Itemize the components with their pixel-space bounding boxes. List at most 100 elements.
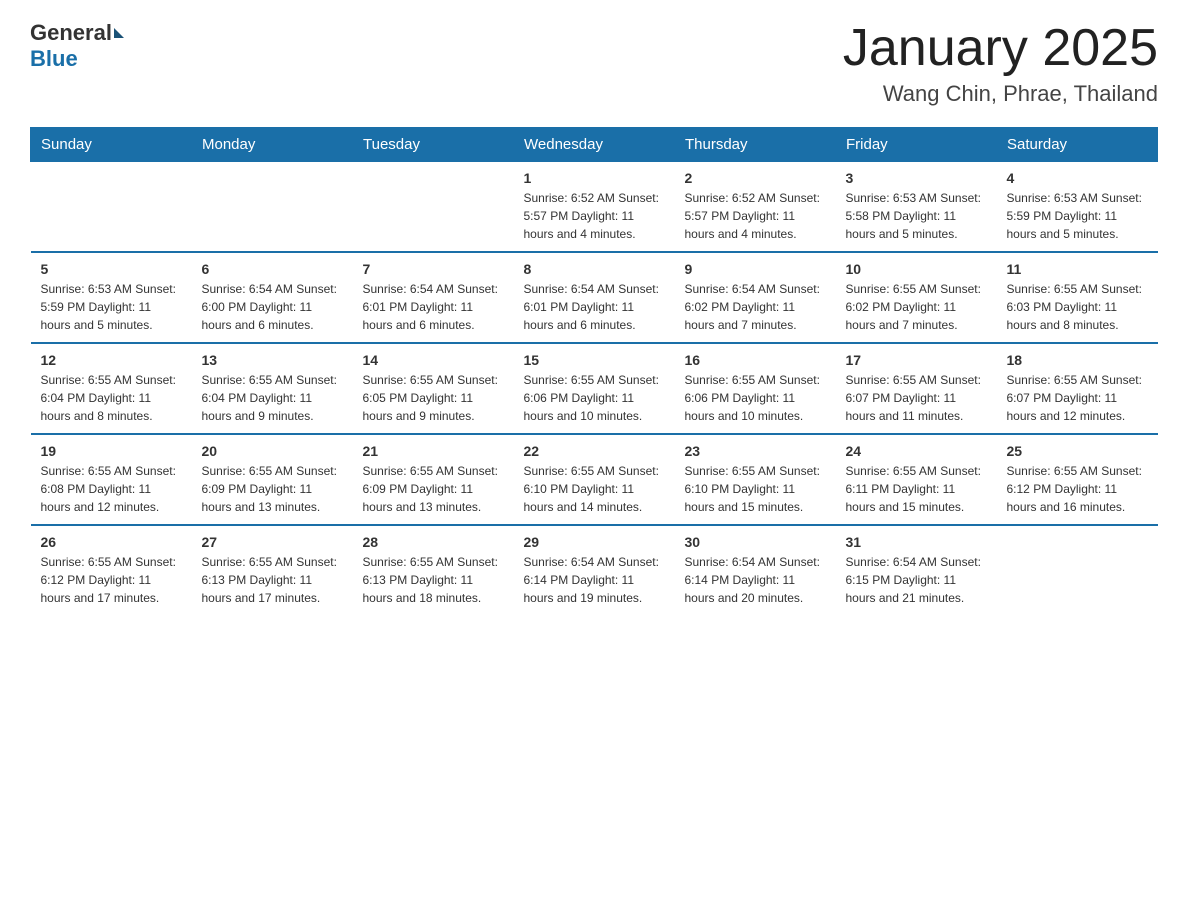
day-number: 30 (685, 534, 826, 550)
calendar-cell: 10Sunrise: 6:55 AM Sunset: 6:02 PM Dayli… (836, 252, 997, 343)
calendar-cell: 12Sunrise: 6:55 AM Sunset: 6:04 PM Dayli… (31, 343, 192, 434)
day-info: Sunrise: 6:55 AM Sunset: 6:10 PM Dayligh… (685, 462, 826, 516)
calendar-cell: 29 Sunrise: 6:54 AM Sunset: 6:14 PM Dayli… (514, 525, 675, 615)
page-header: General Blue January 2025 Wang Chin, Phr… (30, 20, 1158, 107)
day-number: 17 (846, 352, 987, 368)
day-number: 2 (685, 170, 826, 186)
logo-arrow-icon (114, 28, 124, 38)
day-number: 1 (524, 170, 665, 186)
weekday-header-friday: Friday (836, 128, 997, 162)
calendar-week-row: 1 Sunrise: 6:52 AM Sunset: 5:57 PM Daylig… (31, 162, 1158, 253)
day-info: Sunrise: 6:55 AM Sunset: 6:05 PM Dayligh… (363, 371, 504, 425)
calendar-cell: 26 Sunrise: 6:55 AM Sunset: 6:12 PM Dayli… (31, 525, 192, 615)
day-info: Sunrise: 6:54 AM Sunset: 6:14 PM Dayligh… (685, 553, 826, 607)
day-info: Sunrise: 6:52 AM Sunset: 5:57 PM Dayligh… (685, 189, 826, 243)
weekday-header-monday: Monday (192, 128, 353, 162)
day-number: 24 (846, 443, 987, 459)
day-info: Sunrise: 6:55 AM Sunset: 6:12 PM Dayligh… (41, 553, 182, 607)
day-number: 25 (1007, 443, 1148, 459)
calendar-cell (997, 525, 1158, 615)
day-number: 22 (524, 443, 665, 459)
day-info: Sunrise: 6:53 AM Sunset: 5:59 PM Dayligh… (1007, 189, 1148, 243)
day-number: 14 (363, 352, 504, 368)
day-number: 6 (202, 261, 343, 277)
calendar-cell: 21 Sunrise: 6:55 AM Sunset: 6:09 PM Dayli… (353, 434, 514, 525)
calendar-cell: 30 Sunrise: 6:54 AM Sunset: 6:14 PM Dayli… (675, 525, 836, 615)
day-number: 27 (202, 534, 343, 550)
day-number: 29 (524, 534, 665, 550)
location-title: Wang Chin, Phrae, Thailand (843, 81, 1158, 107)
day-info: Sunrise: 6:54 AM Sunset: 6:02 PM Dayligh… (685, 280, 826, 334)
day-number: 21 (363, 443, 504, 459)
day-info: Sunrise: 6:53 AM Sunset: 5:58 PM Dayligh… (846, 189, 987, 243)
day-info: Sunrise: 6:55 AM Sunset: 6:08 PM Dayligh… (41, 462, 182, 516)
day-info: Sunrise: 6:55 AM Sunset: 6:10 PM Dayligh… (524, 462, 665, 516)
day-number: 18 (1007, 352, 1148, 368)
day-info: Sunrise: 6:54 AM Sunset: 6:00 PM Dayligh… (202, 280, 343, 334)
day-info: Sunrise: 6:55 AM Sunset: 6:03 PM Dayligh… (1007, 280, 1148, 334)
calendar-cell: 16 Sunrise: 6:55 AM Sunset: 6:06 PM Dayli… (675, 343, 836, 434)
day-info: Sunrise: 6:55 AM Sunset: 6:02 PM Dayligh… (846, 280, 987, 334)
title-area: January 2025 Wang Chin, Phrae, Thailand (843, 20, 1158, 107)
calendar-cell: 22 Sunrise: 6:55 AM Sunset: 6:10 PM Dayli… (514, 434, 675, 525)
calendar-cell: 13 Sunrise: 6:55 AM Sunset: 6:04 PM Dayli… (192, 343, 353, 434)
calendar-table: SundayMondayTuesdayWednesdayThursdayFrid… (30, 127, 1158, 615)
day-number: 8 (524, 261, 665, 277)
day-info: Sunrise: 6:55 AM Sunset: 6:06 PM Dayligh… (685, 371, 826, 425)
calendar-cell: 23 Sunrise: 6:55 AM Sunset: 6:10 PM Dayli… (675, 434, 836, 525)
calendar-cell (192, 162, 353, 253)
day-number: 16 (685, 352, 826, 368)
calendar-cell: 7 Sunrise: 6:54 AM Sunset: 6:01 PM Daylig… (353, 252, 514, 343)
calendar-week-row: 26 Sunrise: 6:55 AM Sunset: 6:12 PM Dayli… (31, 525, 1158, 615)
calendar-cell: 25 Sunrise: 6:55 AM Sunset: 6:12 PM Dayli… (997, 434, 1158, 525)
day-number: 26 (41, 534, 182, 550)
calendar-week-row: 5Sunrise: 6:53 AM Sunset: 5:59 PM Daylig… (31, 252, 1158, 343)
calendar-cell: 31 Sunrise: 6:54 AM Sunset: 6:15 PM Dayli… (836, 525, 997, 615)
calendar-cell: 11 Sunrise: 6:55 AM Sunset: 6:03 PM Dayli… (997, 252, 1158, 343)
calendar-cell (353, 162, 514, 253)
weekday-header-sunday: Sunday (31, 128, 192, 162)
day-number: 31 (846, 534, 987, 550)
day-number: 13 (202, 352, 343, 368)
logo-general-text: General (30, 20, 112, 46)
day-number: 11 (1007, 261, 1148, 277)
weekday-header-saturday: Saturday (997, 128, 1158, 162)
day-number: 19 (41, 443, 182, 459)
calendar-cell: 2 Sunrise: 6:52 AM Sunset: 5:57 PM Daylig… (675, 162, 836, 253)
day-number: 28 (363, 534, 504, 550)
day-info: Sunrise: 6:55 AM Sunset: 6:12 PM Dayligh… (1007, 462, 1148, 516)
day-number: 9 (685, 261, 826, 277)
day-number: 7 (363, 261, 504, 277)
calendar-cell: 6 Sunrise: 6:54 AM Sunset: 6:00 PM Daylig… (192, 252, 353, 343)
day-info: Sunrise: 6:55 AM Sunset: 6:13 PM Dayligh… (363, 553, 504, 607)
day-info: Sunrise: 6:54 AM Sunset: 6:01 PM Dayligh… (524, 280, 665, 334)
day-info: Sunrise: 6:55 AM Sunset: 6:06 PM Dayligh… (524, 371, 665, 425)
calendar-cell: 28 Sunrise: 6:55 AM Sunset: 6:13 PM Dayli… (353, 525, 514, 615)
calendar-cell: 18Sunrise: 6:55 AM Sunset: 6:07 PM Dayli… (997, 343, 1158, 434)
day-number: 23 (685, 443, 826, 459)
calendar-cell: 4Sunrise: 6:53 AM Sunset: 5:59 PM Daylig… (997, 162, 1158, 253)
day-info: Sunrise: 6:54 AM Sunset: 6:14 PM Dayligh… (524, 553, 665, 607)
calendar-cell: 9 Sunrise: 6:54 AM Sunset: 6:02 PM Daylig… (675, 252, 836, 343)
calendar-cell: 5Sunrise: 6:53 AM Sunset: 5:59 PM Daylig… (31, 252, 192, 343)
day-number: 3 (846, 170, 987, 186)
day-info: Sunrise: 6:52 AM Sunset: 5:57 PM Dayligh… (524, 189, 665, 243)
day-info: Sunrise: 6:55 AM Sunset: 6:07 PM Dayligh… (846, 371, 987, 425)
calendar-cell: 1 Sunrise: 6:52 AM Sunset: 5:57 PM Daylig… (514, 162, 675, 253)
weekday-header-wednesday: Wednesday (514, 128, 675, 162)
day-number: 15 (524, 352, 665, 368)
calendar-cell: 19 Sunrise: 6:55 AM Sunset: 6:08 PM Dayli… (31, 434, 192, 525)
calendar-cell: 27Sunrise: 6:55 AM Sunset: 6:13 PM Dayli… (192, 525, 353, 615)
calendar-cell: 15 Sunrise: 6:55 AM Sunset: 6:06 PM Dayli… (514, 343, 675, 434)
logo-blue-text: Blue (30, 46, 78, 72)
day-info: Sunrise: 6:53 AM Sunset: 5:59 PM Dayligh… (41, 280, 182, 334)
calendar-cell: 20Sunrise: 6:55 AM Sunset: 6:09 PM Dayli… (192, 434, 353, 525)
day-number: 20 (202, 443, 343, 459)
calendar-cell: 14 Sunrise: 6:55 AM Sunset: 6:05 PM Dayli… (353, 343, 514, 434)
day-info: Sunrise: 6:54 AM Sunset: 6:15 PM Dayligh… (846, 553, 987, 607)
day-info: Sunrise: 6:54 AM Sunset: 6:01 PM Dayligh… (363, 280, 504, 334)
day-info: Sunrise: 6:55 AM Sunset: 6:09 PM Dayligh… (363, 462, 504, 516)
day-number: 12 (41, 352, 182, 368)
day-info: Sunrise: 6:55 AM Sunset: 6:04 PM Dayligh… (202, 371, 343, 425)
weekday-header-row: SundayMondayTuesdayWednesdayThursdayFrid… (31, 128, 1158, 162)
